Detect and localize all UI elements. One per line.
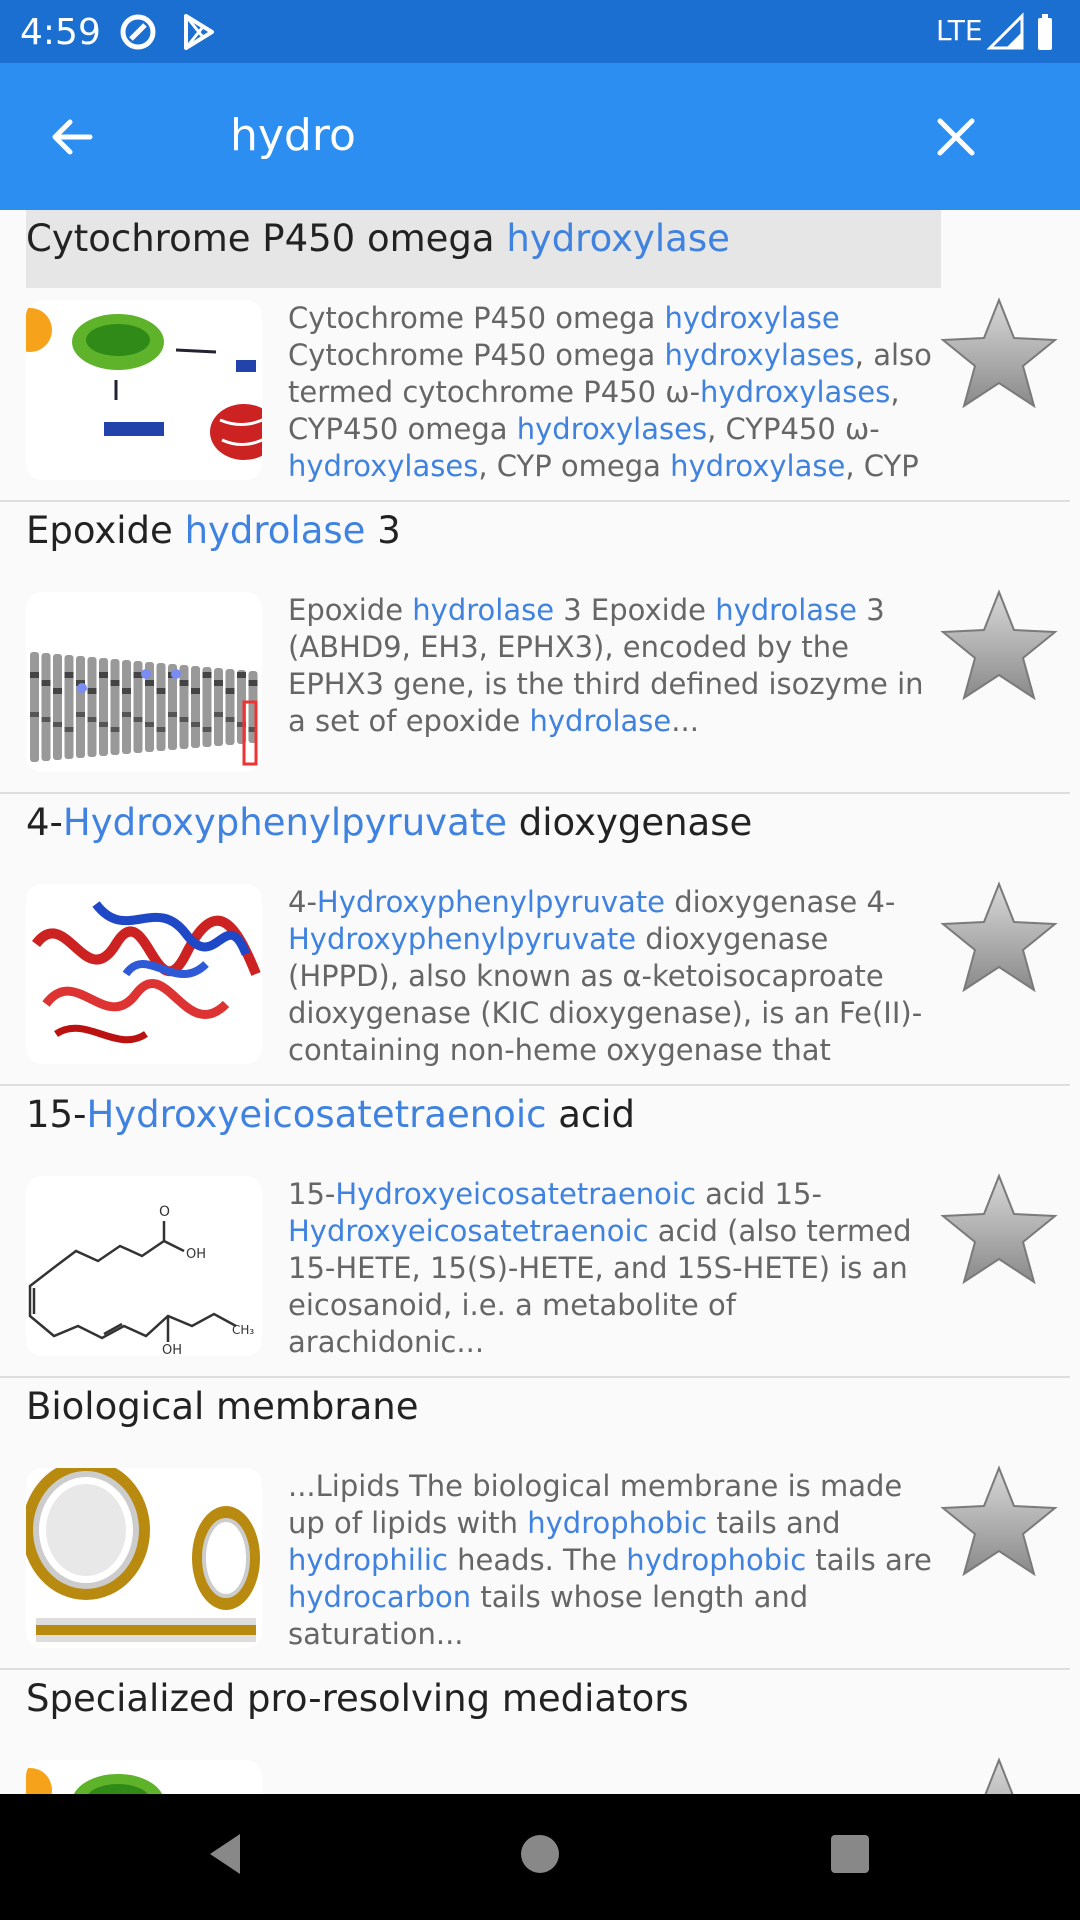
result-snippet [288, 1760, 938, 1794]
search-match-highlight: hydroxylases [700, 375, 891, 409]
search-match-highlight: hydroxylases [516, 412, 708, 446]
result-thumbnail [26, 1760, 262, 1794]
search-result-item[interactable]: 4-Hydroxyphenylpyruvate dioxygenase 4-Hyd… [0, 794, 1070, 1086]
result-snippet: Cytochrome P450 omega hydroxylase Cytoch… [288, 300, 938, 490]
result-title[interactable]: Biological membrane [26, 1378, 941, 1456]
text-segment: Cytochrome P450 omega [26, 217, 507, 260]
search-app-bar: hydro [0, 63, 1080, 210]
svg-text:CH₃: CH₃ [232, 1323, 254, 1337]
text-segment: Biological membrane [26, 1385, 419, 1428]
search-results-list[interactable]: Cytochrome P450 omega hydroxylase Cytochr… [0, 210, 1080, 1794]
text-segment: 15- [288, 1177, 336, 1211]
result-thumbnail [26, 300, 262, 480]
result-snippet: ...Lipids The biological membrane is mad… [288, 1468, 938, 1658]
search-match-highlight: hydrophilic [288, 1543, 448, 1577]
result-snippet: Epoxide hydrolase 3 Epoxide hydrolase 3 … [288, 592, 938, 782]
nav-back-icon[interactable] [196, 1824, 256, 1884]
text-segment: Epoxide [26, 509, 185, 552]
search-match-highlight: hydrolase [412, 593, 555, 627]
text-segment: acid [546, 1093, 635, 1136]
nav-recents-icon[interactable] [820, 1824, 880, 1884]
favorite-star-icon[interactable] [938, 586, 1060, 708]
search-match-highlight: hydrolase [529, 704, 672, 738]
text-segment: 15- [26, 1093, 87, 1136]
search-result-item[interactable]: Epoxide hydrolase 3 Epoxide hydrolase 3 E… [0, 502, 1070, 794]
result-title[interactable]: Epoxide hydrolase 3 [26, 502, 941, 580]
search-result-item[interactable]: 15-Hydroxyeicosatetraenoic acid O OH OH CH₃ 1… [0, 1086, 1070, 1378]
svg-text:OH: OH [162, 1343, 182, 1356]
search-match-highlight: Hydroxyeicosatetraenoic [335, 1177, 696, 1211]
navigation-bar [0, 1794, 1080, 1920]
result-title[interactable]: Cytochrome P450 omega hydroxylase [26, 210, 941, 288]
result-thumbnail: O OH OH CH₃ [26, 1176, 262, 1356]
svg-text:O: O [159, 1204, 170, 1220]
result-title[interactable]: 4-Hydroxyphenylpyruvate dioxygenase [26, 794, 941, 872]
search-match-highlight: Hydroxyeicosatetraenoic [86, 1093, 547, 1136]
text-segment: ... [671, 704, 699, 738]
status-time: 4:59 [20, 12, 101, 53]
search-match-highlight: hydrocarbon [288, 1580, 472, 1614]
search-result-item[interactable]: Specialized pro-resolving mediators [0, 1670, 1070, 1794]
battery-icon [1038, 14, 1052, 50]
search-match-highlight: hydrolase [184, 509, 366, 552]
text-segment: , CYP omega [478, 449, 671, 483]
play-store-icon [184, 14, 214, 50]
search-result-item[interactable]: Biological membrane ...Lipids The biologi… [0, 1378, 1070, 1670]
text-segment: Specialized pro-resolving mediators [26, 1677, 689, 1720]
text-segment: 4- [26, 801, 63, 844]
status-bar: 4:59 LTE [0, 0, 1080, 63]
search-input[interactable]: hydro [230, 108, 356, 164]
text-segment: heads. The [447, 1543, 627, 1577]
search-match-highlight: hydrophobic [626, 1543, 807, 1577]
text-segment: tails are [806, 1543, 932, 1577]
text-segment: dioxygenase 4- [665, 885, 896, 919]
result-snippet: 15-Hydroxyeicosatetraenoic acid 15-Hydro… [288, 1176, 938, 1366]
result-title[interactable]: 15-Hydroxyeicosatetraenoic acid [26, 1086, 941, 1164]
search-match-highlight: hydrophobic [527, 1506, 708, 1540]
close-icon[interactable] [928, 109, 984, 165]
text-segment: 4- [288, 885, 317, 919]
search-match-highlight: hydroxylases [288, 449, 479, 483]
text-segment: tails and [707, 1506, 841, 1540]
search-match-highlight: Hydroxyphenylpyruvate [316, 885, 666, 919]
search-match-highlight: hydroxylase [670, 449, 846, 483]
search-match-highlight: Hydroxyphenylpyruvate [62, 801, 508, 844]
result-thumbnail [26, 1468, 262, 1648]
search-match-highlight: Hydroxyphenylpyruvate [288, 922, 637, 956]
result-thumbnail [26, 592, 262, 772]
notification-icon [120, 14, 156, 50]
favorite-star-icon[interactable] [938, 294, 1060, 416]
favorite-star-icon[interactable] [938, 1754, 1060, 1794]
back-arrow-icon[interactable] [44, 109, 100, 165]
text-segment: 3 Epoxide [554, 593, 716, 627]
text-segment: 3 [365, 509, 401, 552]
result-thumbnail [26, 884, 262, 1064]
result-title[interactable]: Specialized pro-resolving mediators [26, 1670, 941, 1748]
favorite-star-icon[interactable] [938, 878, 1060, 1000]
search-match-highlight: hydroxylases [664, 338, 855, 372]
text-segment: Epoxide [288, 593, 413, 627]
search-result-item[interactable]: Cytochrome P450 omega hydroxylase Cytochr… [0, 210, 1070, 502]
search-match-highlight: hydroxylase [664, 301, 840, 335]
text-segment: Cytochrome P450 omega [288, 301, 665, 335]
network-type: LTE [936, 14, 983, 47]
search-match-highlight: Hydroxyeicosatetraenoic [288, 1214, 649, 1248]
text-segment: dioxygenase [507, 801, 753, 844]
nav-home-icon[interactable] [510, 1824, 570, 1884]
search-match-highlight: hydroxylase [506, 217, 730, 260]
favorite-star-icon[interactable] [938, 1170, 1060, 1292]
result-snippet: 4-Hydroxyphenylpyruvate dioxygenase 4-Hy… [288, 884, 938, 1074]
text-segment: Cytochrome P450 omega [288, 338, 665, 372]
signal-icon [986, 12, 1024, 50]
text-segment: acid 15- [695, 1177, 822, 1211]
search-match-highlight: hydrolase [715, 593, 857, 627]
svg-text:OH: OH [186, 1247, 206, 1262]
favorite-star-icon[interactable] [938, 1462, 1060, 1584]
text-segment: , CYP450 ω- [707, 412, 880, 446]
